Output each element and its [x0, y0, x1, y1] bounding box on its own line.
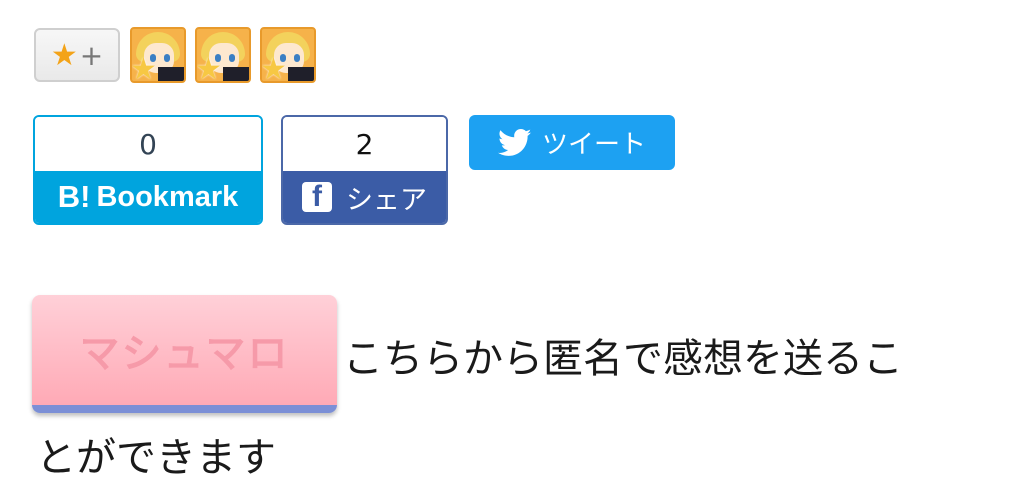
- marshmallow-button-label: マシュマロ: [79, 331, 290, 377]
- plus-icon: +: [79, 38, 104, 72]
- star-icon: ★: [260, 52, 287, 83]
- facebook-share-button[interactable]: 2 f シェア: [281, 115, 448, 225]
- star-icon: ★: [50, 37, 78, 73]
- add-star-button[interactable]: ★ +: [34, 28, 120, 82]
- marshmallow-description-line2: とができます: [36, 435, 276, 481]
- star-user-avatar[interactable]: ★: [260, 27, 316, 83]
- star-user-avatar[interactable]: ★: [130, 27, 186, 83]
- tweet-button[interactable]: ツイート: [469, 115, 675, 170]
- marshmallow-description-line1: こちらから匿名で感想を送るこ: [343, 336, 903, 382]
- star-icon: ★: [195, 52, 222, 83]
- marshmallow-button[interactable]: マシュマロ: [32, 295, 337, 413]
- twitter-bird-icon: [498, 128, 532, 156]
- bookmark-count: 0: [35, 117, 261, 171]
- star-user-avatar[interactable]: ★: [195, 27, 251, 83]
- tweet-label: ツイート: [541, 130, 646, 160]
- share-count: 2: [283, 117, 446, 171]
- bookmark-label: Bookmark: [96, 180, 239, 213]
- share-label: シェア: [346, 184, 427, 216]
- star-icon: ★: [130, 52, 157, 83]
- hatena-bookmark-button[interactable]: 0 B! Bookmark: [33, 115, 263, 225]
- facebook-icon: f: [302, 182, 332, 212]
- hatena-logo-icon: B!: [57, 179, 91, 214]
